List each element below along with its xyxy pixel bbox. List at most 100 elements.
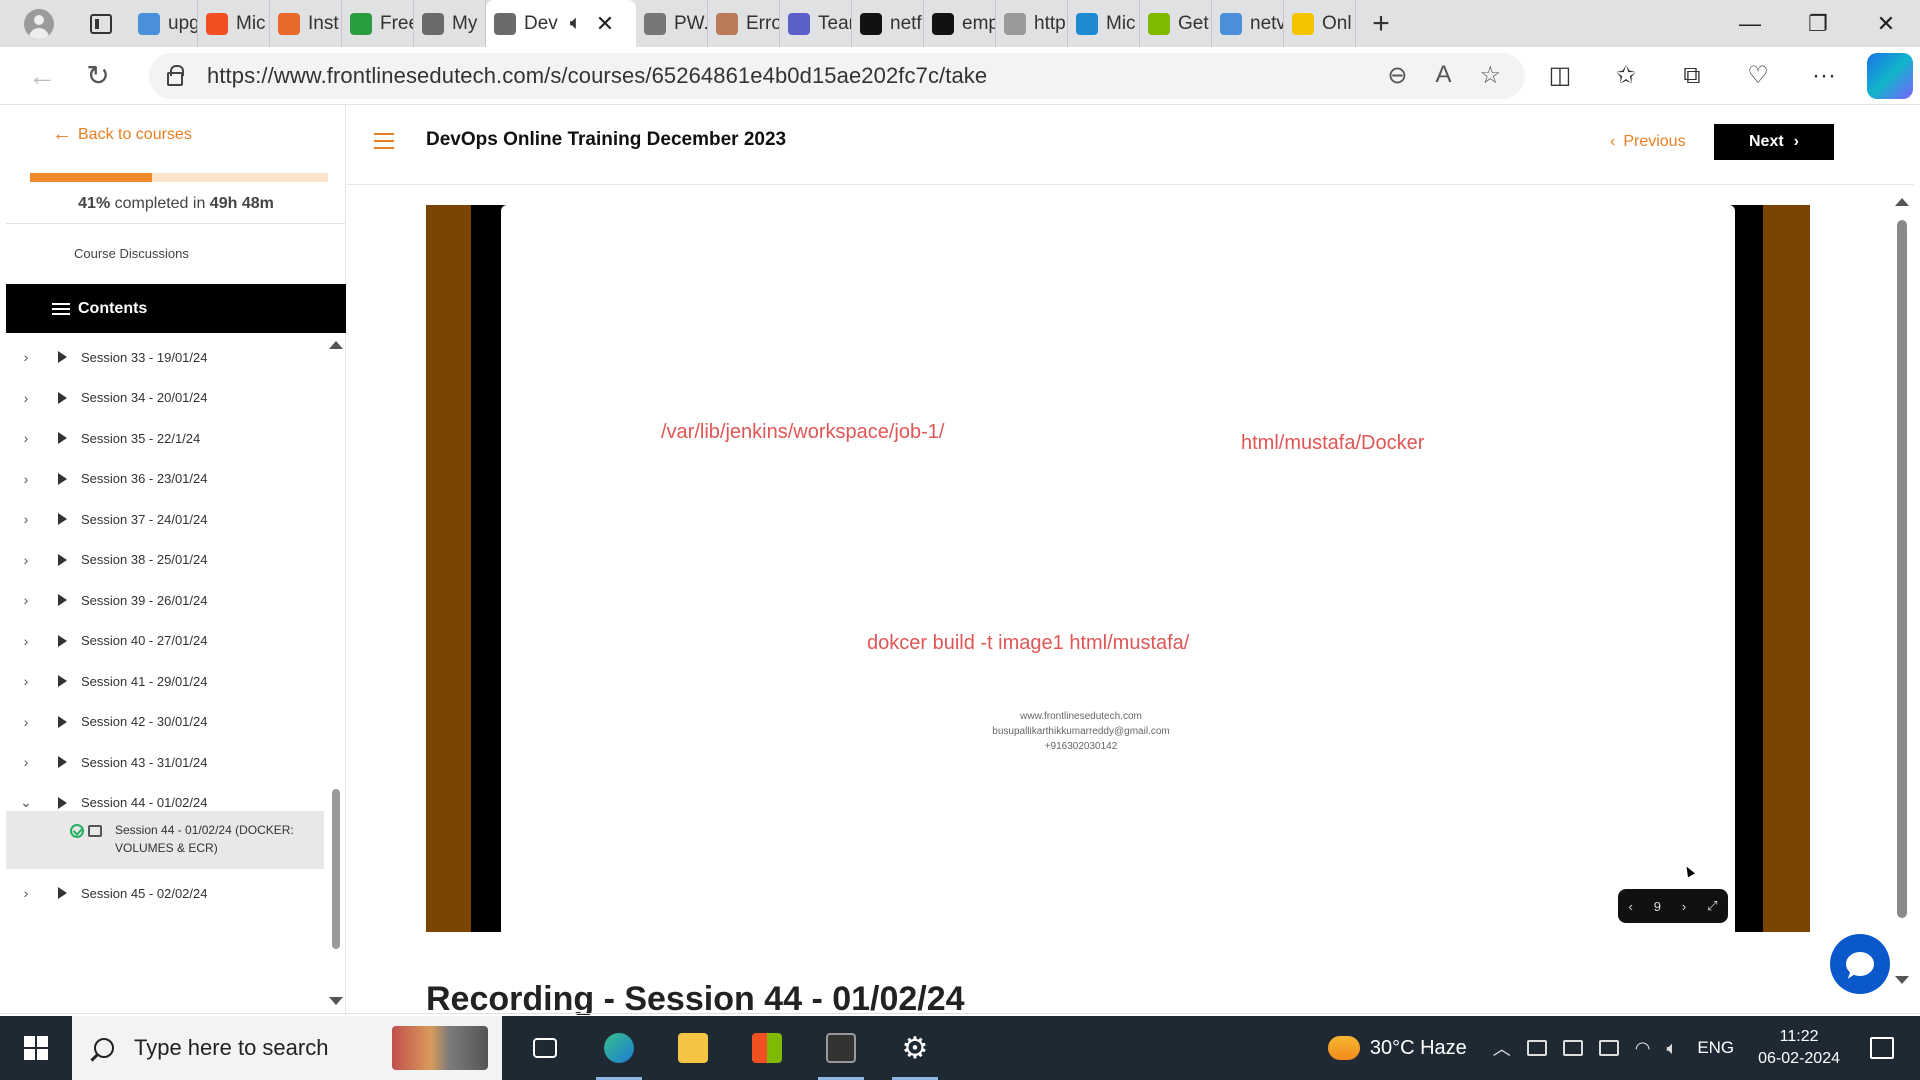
performance-icon[interactable]: ♡: [1735, 53, 1781, 99]
slide-next-icon[interactable]: ›: [1682, 899, 1686, 914]
next-button[interactable]: Next ›: [1714, 124, 1834, 160]
session-row[interactable]: › Session 42 - 30/01/24: [6, 702, 324, 742]
close-window-button[interactable]: ✕: [1852, 0, 1920, 47]
fullscreen-icon[interactable]: ⤢: [1707, 898, 1717, 914]
read-aloud-icon[interactable]: A: [1435, 61, 1451, 90]
zoom-icon[interactable]: ⊖: [1387, 61, 1407, 90]
session-row[interactable]: › Session 43 - 31/01/24: [6, 742, 324, 782]
wifi-icon[interactable]: ◠: [1635, 1038, 1651, 1059]
chevron-right-icon[interactable]: ›: [6, 430, 46, 446]
volume-icon[interactable]: 🔈︎: [1667, 1038, 1678, 1059]
tab-actions-icon[interactable]: [90, 13, 112, 34]
start-button[interactable]: [0, 1016, 72, 1080]
file-explorer-button[interactable]: [656, 1016, 730, 1080]
chevron-right-icon[interactable]: ›: [6, 885, 46, 901]
session-row[interactable]: › Session 35 - 22/1/24: [6, 418, 324, 458]
url-field[interactable]: https://www.frontlinesedutech.com/s/cour…: [149, 52, 1525, 99]
course-discussions-link[interactable]: Course Discussions: [6, 223, 346, 283]
browser-tab[interactable]: Erro: [708, 0, 780, 47]
browser-tab[interactable]: My: [414, 0, 486, 47]
session-row[interactable]: › Session 33 - 19/01/24: [6, 337, 324, 377]
browser-tab[interactable]: netv: [1212, 0, 1284, 47]
clock[interactable]: 11:22 06-02-2024: [1758, 1026, 1840, 1070]
chevron-right-icon[interactable]: ›: [6, 592, 46, 608]
display-icon[interactable]: [1562, 1040, 1583, 1056]
edge-taskbar-button[interactable]: [582, 1016, 656, 1080]
chevron-right-icon[interactable]: ›: [6, 390, 46, 406]
scroll-down-arrow-icon[interactable]: [329, 997, 343, 1005]
copilot-button[interactable]: [1867, 52, 1913, 99]
session-row[interactable]: › Session 45 - 02/02/24: [6, 873, 324, 913]
chevron-right-icon[interactable]: ›: [6, 511, 46, 527]
browser-tab[interactable]: upg: [130, 0, 198, 47]
browser-tab[interactable]: http: [996, 0, 1068, 47]
back-button[interactable]: ←: [17, 51, 67, 101]
chevron-right-icon[interactable]: ›: [6, 552, 46, 568]
browser-tab[interactable]: Dev 🔈︎ ✕: [486, 0, 636, 47]
previous-button[interactable]: ‹ Previous: [1610, 133, 1686, 151]
hamburger-menu-icon[interactable]: [374, 133, 394, 149]
session-row[interactable]: › Session 36 - 23/01/24: [6, 459, 324, 499]
scroll-up-arrow-icon[interactable]: [329, 341, 343, 349]
main-scroll-up-icon[interactable]: [1895, 198, 1909, 206]
tab-audio-icon[interactable]: 🔈︎: [570, 12, 582, 35]
session-row[interactable]: › Session 41 - 29/01/24: [6, 661, 324, 701]
profile-avatar-icon[interactable]: [24, 8, 54, 39]
chevron-right-icon[interactable]: ›: [6, 471, 46, 487]
chevron-down-icon[interactable]: ⌄: [6, 794, 46, 811]
new-tab-button[interactable]: +: [1356, 0, 1406, 47]
more-menu-icon[interactable]: ···: [1801, 53, 1847, 99]
favorite-star-icon[interactable]: ☆: [1479, 61, 1501, 90]
session-row[interactable]: › Session 37 - 24/01/24: [6, 499, 324, 539]
session-row[interactable]: › Session 38 - 25/01/24: [6, 540, 324, 580]
chevron-right-icon[interactable]: ›: [6, 754, 46, 770]
sidebar-scrollbar[interactable]: [328, 337, 344, 1013]
browser-tab[interactable]: Free: [342, 0, 414, 47]
video-player[interactable]: /var/lib/jenkins/workspace/job-1/ html/m…: [426, 205, 1810, 932]
main-scroll-down-icon[interactable]: [1895, 976, 1909, 984]
taskbar-search[interactable]: Type here to search: [72, 1016, 502, 1080]
browser-tab[interactable]: Get: [1140, 0, 1212, 47]
weather-widget[interactable]: 30°C Haze: [1327, 1036, 1467, 1060]
browser-tab[interactable]: Onl: [1284, 0, 1356, 47]
meet-icon[interactable]: [1526, 1040, 1547, 1056]
chevron-right-icon[interactable]: ›: [6, 633, 46, 649]
chevron-right-icon[interactable]: ›: [6, 714, 46, 730]
browser-tab[interactable]: Mic: [1068, 0, 1140, 47]
slide-prev-icon[interactable]: ‹: [1628, 899, 1632, 914]
task-view-button[interactable]: [508, 1016, 582, 1080]
main-scrollbar-thumb[interactable]: [1897, 220, 1907, 918]
browser-tab[interactable]: Mic: [198, 0, 270, 47]
session-row[interactable]: ⌄ Session 44 - 01/02/24: [6, 783, 324, 823]
split-screen-icon[interactable]: ◫: [1537, 53, 1583, 99]
settings-button[interactable]: ⚙: [878, 1016, 952, 1080]
reload-button[interactable]: ↻: [73, 51, 123, 101]
favorites-icon[interactable]: ✩: [1603, 53, 1649, 99]
language-indicator[interactable]: ENG: [1697, 1038, 1734, 1058]
browser-tab[interactable]: Inst: [270, 0, 342, 47]
main-scrollbar[interactable]: [1894, 196, 1910, 984]
store-button[interactable]: [730, 1016, 804, 1080]
minimize-button[interactable]: —: [1716, 0, 1784, 47]
collections-icon[interactable]: ⧉: [1669, 53, 1715, 99]
contents-header[interactable]: Contents: [6, 284, 346, 333]
scrollbar-thumb[interactable]: [332, 789, 340, 949]
close-tab-icon[interactable]: ✕: [596, 11, 614, 37]
url-text[interactable]: https://www.frontlinesedutech.com/s/cour…: [207, 63, 987, 89]
browser-tab[interactable]: Tear: [780, 0, 852, 47]
back-to-courses-link[interactable]: ← Back to courses: [52, 123, 192, 146]
chat-widget-button[interactable]: [1830, 934, 1890, 994]
session-row[interactable]: › Session 34 - 20/01/24: [6, 378, 324, 418]
terminal-button[interactable]: [804, 1016, 878, 1080]
chevron-right-icon[interactable]: ›: [6, 349, 46, 365]
notifications-icon[interactable]: [1870, 1037, 1894, 1059]
browser-tab[interactable]: PW.: [636, 0, 708, 47]
battery-icon[interactable]: [1598, 1040, 1619, 1056]
browser-tab[interactable]: emp: [924, 0, 996, 47]
browser-tab[interactable]: netf: [852, 0, 924, 47]
restore-button[interactable]: ❐: [1784, 0, 1852, 47]
session-row[interactable]: › Session 40 - 27/01/24: [6, 621, 324, 661]
chevron-right-icon[interactable]: ›: [6, 673, 46, 689]
chevron-up-icon[interactable]: ︿: [1493, 1035, 1511, 1061]
session-row[interactable]: › Session 39 - 26/01/24: [6, 580, 324, 620]
